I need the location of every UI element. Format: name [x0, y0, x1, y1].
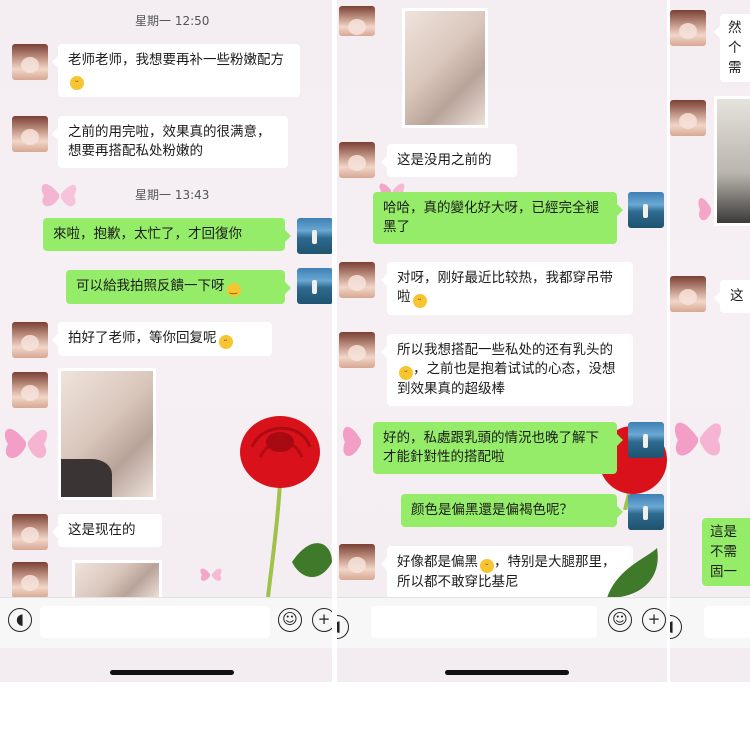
- message-received[interactable]: 老师老师，我想要再补一些粉嫩配方ᵕ: [52, 44, 300, 97]
- image-message[interactable]: [402, 8, 488, 128]
- message-input[interactable]: [40, 606, 270, 638]
- message-received[interactable]: 这: [714, 280, 750, 313]
- avatar-self[interactable]: [297, 218, 332, 254]
- grin-emoji-icon: ᵕ: [412, 294, 427, 308]
- chat-panel-1: 星期一 12:50 老师老师，我想要再补一些粉嫩配方ᵕ 之前的用完啦，效果真的很…: [0, 0, 332, 682]
- message-received[interactable]: 这是现在的: [52, 514, 162, 547]
- leaf-decoration: [607, 548, 658, 598]
- avatar[interactable]: [339, 262, 375, 298]
- avatar-self[interactable]: [628, 192, 664, 228]
- avatar[interactable]: [339, 142, 375, 178]
- butterfly-icon: [4, 428, 48, 459]
- butterfly-icon: [41, 184, 77, 207]
- message-sent[interactable]: 來啦，抱歉，太忙了，才回復你: [43, 218, 291, 251]
- emoji-icon[interactable]: ☺: [608, 608, 632, 632]
- butterfly-icon: [200, 568, 222, 581]
- avatar[interactable]: [12, 372, 48, 408]
- emoji-icon: ᵕ: [480, 559, 494, 573]
- home-indicator: [110, 670, 234, 675]
- message-received[interactable]: 对呀，刚好最近比较热，我都穿吊带啦 ᵕ: [381, 262, 633, 315]
- emoji-icon: ᵕ: [218, 335, 233, 349]
- avatar-self[interactable]: [297, 268, 332, 304]
- message-input[interactable]: [704, 606, 750, 638]
- emoji-icon[interactable]: ☺: [278, 608, 302, 632]
- plus-icon[interactable]: +: [312, 608, 332, 632]
- avatar[interactable]: [670, 10, 706, 46]
- butterfly-icon: [342, 426, 361, 457]
- message-received[interactable]: 所以我想搭配一些私处的还有乳头的ᵕ ，之前也是抱着试试的心态，没想到效果真的超级棒: [381, 334, 633, 406]
- avatar[interactable]: [12, 322, 48, 358]
- input-bar: ☺ +: [337, 597, 667, 648]
- butterfly-icon: [674, 422, 722, 456]
- message-sent[interactable]: 哈哈，真的變化好大呀，已經完全褪黑了: [373, 192, 623, 244]
- voice-icon[interactable]: ◖: [8, 608, 32, 632]
- avatar[interactable]: [12, 562, 48, 598]
- grin-emoji-icon: ᵕ: [70, 76, 84, 90]
- butterfly-icon: [698, 198, 711, 221]
- message-received[interactable]: 拍好了老师，等你回复呢 ᵕ: [52, 322, 272, 356]
- message-sent[interactable]: 這是 不需 固一: [702, 518, 750, 586]
- chat-panel-3: ◖ 然个需 这 這是不需固一: [670, 0, 750, 682]
- avatar[interactable]: [12, 44, 48, 80]
- input-bar: ◖ ☺ +: [0, 597, 332, 648]
- avatar[interactable]: [339, 332, 375, 368]
- chat-panel-2: ◖ 这是没用之前的 哈哈，真的變化好大呀，已經完全褪黑了 对呀，刚好最近比较热，…: [337, 0, 667, 682]
- message-sent[interactable]: 可以給我拍照反饋一下呀 ‿: [66, 270, 291, 304]
- avatar[interactable]: [670, 276, 706, 312]
- timestamp: 星期一 12:50: [135, 14, 210, 28]
- message-received[interactable]: 好像都是偏黑 ᵕ ，特别是大腿那里，所以都不敢穿比基尼: [381, 546, 633, 599]
- image-message[interactable]: [72, 560, 162, 600]
- avatar[interactable]: [339, 6, 375, 36]
- avatar[interactable]: [670, 100, 706, 136]
- rose-icon: [240, 416, 332, 597]
- input-bar: [670, 597, 750, 648]
- message-received[interactable]: 之前的用完啦，效果真的很满意，想要再搭配私处粉嫩的: [52, 116, 288, 168]
- avatar-self[interactable]: [628, 422, 664, 458]
- message-input[interactable]: [371, 606, 597, 638]
- smile-emoji-icon: ‿: [226, 283, 241, 297]
- message-received[interactable]: 这是没用之前的: [381, 144, 517, 177]
- plus-icon[interactable]: +: [642, 608, 666, 632]
- avatar-self[interactable]: [628, 494, 664, 530]
- timestamp: 星期一 13:43: [135, 188, 210, 202]
- emoji-icon: ᵕ: [399, 366, 413, 380]
- message-sent[interactable]: 好的，私處跟乳頭的情況也晚了解下才能針對性的搭配啦: [373, 422, 623, 474]
- avatar[interactable]: [12, 116, 48, 152]
- message-received[interactable]: 然个需: [714, 14, 750, 82]
- image-message[interactable]: [58, 368, 156, 500]
- avatar[interactable]: [12, 514, 48, 550]
- avatar[interactable]: [339, 544, 375, 580]
- home-indicator: [445, 670, 569, 675]
- message-sent[interactable]: 颜色是偏黑還是偏褐色呢？: [401, 494, 623, 527]
